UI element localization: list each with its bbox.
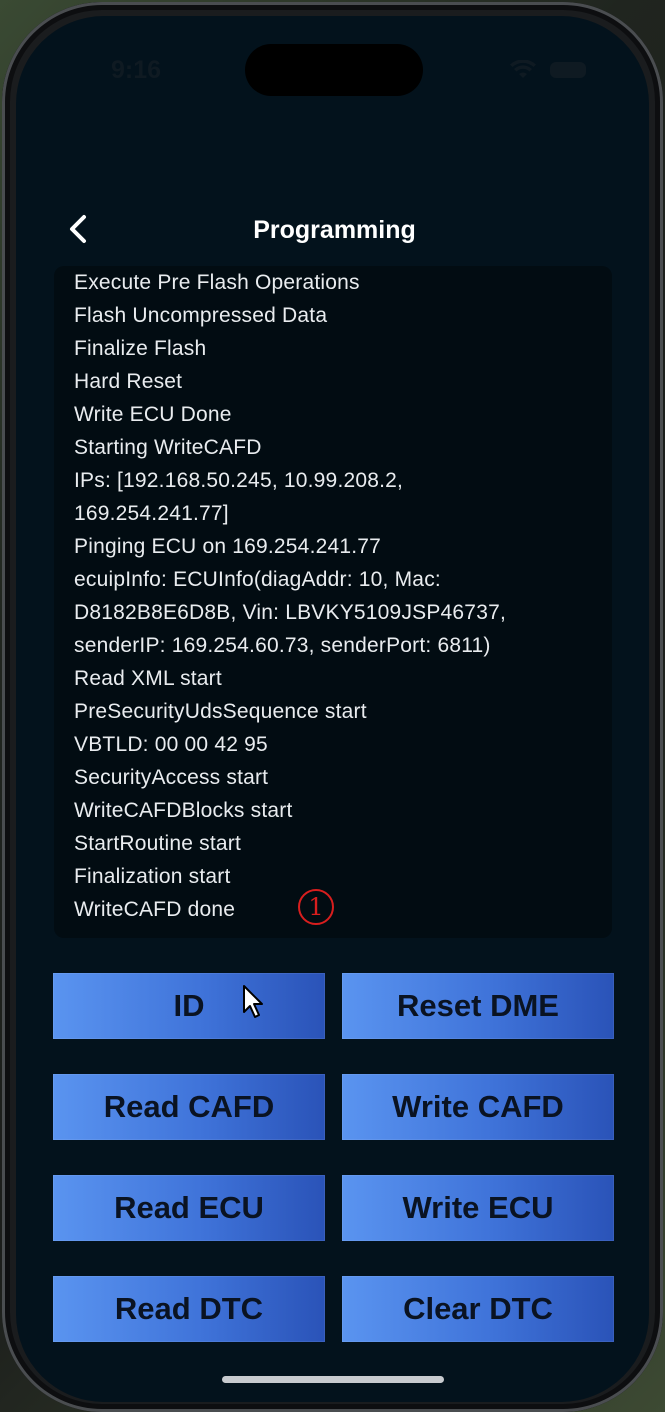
log-line: Flash Uncompressed Data <box>74 304 328 327</box>
log-panel[interactable]: Execute Pre Flash Operations Flash Uncom… <box>54 266 612 938</box>
log-line: Read XML start <box>74 667 222 690</box>
read-ecu-button[interactable]: Read ECU <box>53 1175 325 1241</box>
log-line: Starting WriteCAFD <box>74 436 262 459</box>
reset-dme-button[interactable]: Reset DME <box>342 973 614 1039</box>
log-line: D8182B8E6D8B, Vin: LBVKY5109JSP46737, <box>74 601 506 624</box>
log-line: IPs: [192.168.50.245, 10.99.208.2, <box>74 469 404 492</box>
wifi-icon <box>510 60 536 78</box>
log-line: Finalize Flash <box>74 337 207 360</box>
status-bar: 9:16 <box>16 16 649 126</box>
dynamic-island <box>245 44 423 96</box>
annotation-marker: 1 <box>298 889 334 925</box>
log-line: ecuipInfo: ECUInfo(diagAddr: 10, Mac: <box>74 568 441 591</box>
write-cafd-button[interactable]: Write CAFD <box>342 1074 614 1140</box>
status-time: 9:16 <box>111 56 162 84</box>
log-list: Execute Pre Flash Operations Flash Uncom… <box>74 266 599 926</box>
page-title: Programming <box>253 216 416 244</box>
log-line: WriteCAFDBlocks start <box>74 799 293 822</box>
log-line: Finalization start <box>74 865 231 888</box>
write-ecu-button[interactable]: Write ECU <box>342 1175 614 1241</box>
log-line: 169.254.241.77] <box>74 502 229 525</box>
log-line: senderIP: 169.254.60.73, senderPort: 681… <box>74 634 491 657</box>
log-line: VBTLD: 00 00 42 95 <box>74 733 268 756</box>
log-line: Hard Reset <box>74 370 183 393</box>
phone-frame: 9:16 Programming Execute Pre Flash Opera… <box>2 2 663 1412</box>
clear-dtc-button[interactable]: Clear DTC <box>342 1276 614 1342</box>
navigation-bar: Programming <box>16 206 649 256</box>
battery-icon <box>550 62 586 78</box>
log-line: Write ECU Done <box>74 403 232 426</box>
log-line: Pinging ECU on 169.254.241.77 <box>74 535 382 558</box>
log-line: SecurityAccess start <box>74 766 269 789</box>
log-line: WriteCAFD done <box>74 898 236 921</box>
log-line: Execute Pre Flash Operations <box>74 271 360 294</box>
log-line: StartRoutine start <box>74 832 242 855</box>
home-indicator <box>222 1376 444 1383</box>
read-dtc-button[interactable]: Read DTC <box>53 1276 325 1342</box>
mouse-pointer-icon <box>243 985 263 1018</box>
id-button[interactable]: ID <box>53 973 325 1039</box>
app-screen: 9:16 Programming Execute Pre Flash Opera… <box>16 16 649 1402</box>
read-cafd-button[interactable]: Read CAFD <box>53 1074 325 1140</box>
log-line: PreSecurityUdsSequence start <box>74 700 367 723</box>
